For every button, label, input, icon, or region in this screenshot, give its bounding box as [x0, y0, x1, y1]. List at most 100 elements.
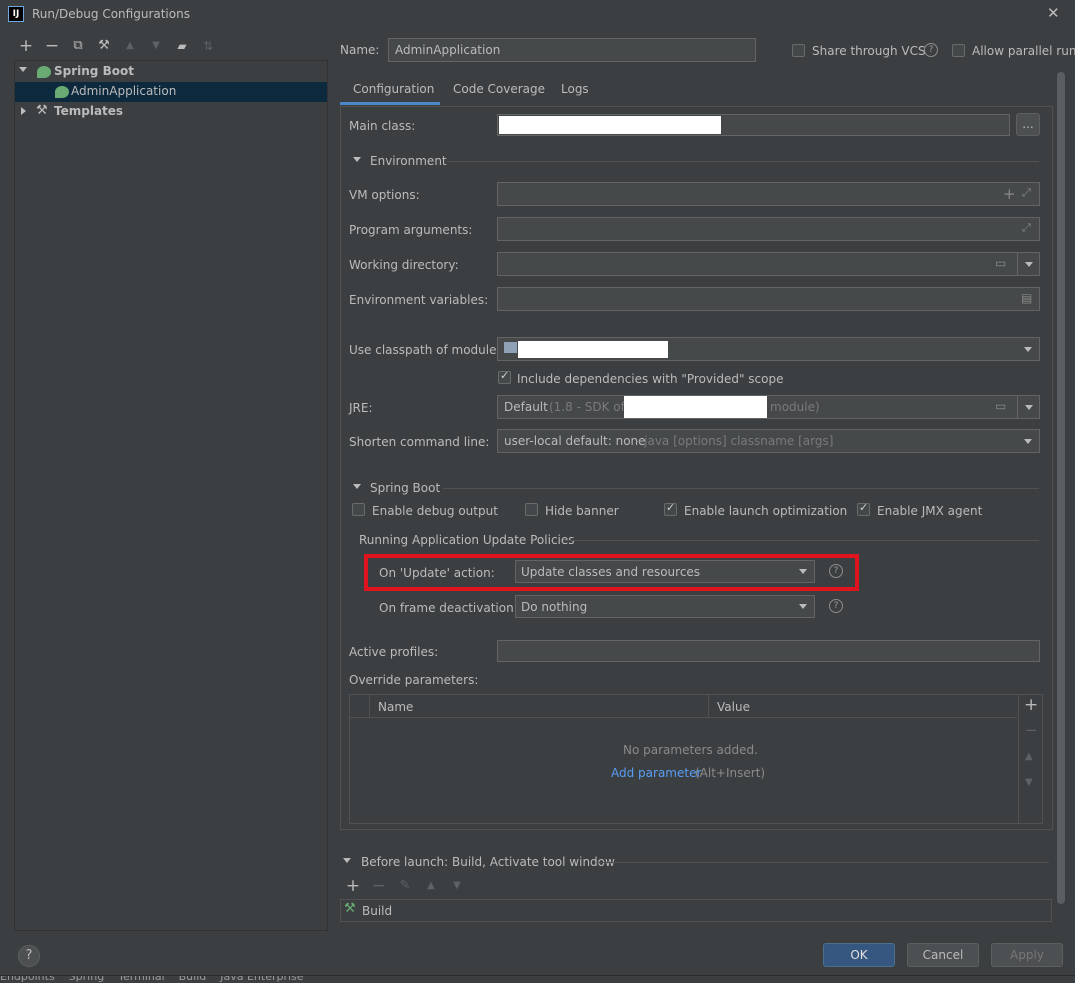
folder-icon[interactable]: ▭ — [995, 399, 1006, 413]
program-args-label: Program arguments: — [349, 223, 473, 237]
allow-parallel-checkbox[interactable] — [952, 44, 965, 57]
tab-configuration-label: Configuration — [353, 82, 435, 96]
launch-opt-checkbox[interactable] — [664, 501, 677, 516]
tree-item-spring-boot[interactable]: Spring Boot — [54, 64, 134, 78]
remove-icon[interactable]: − — [42, 36, 62, 56]
on-frame-value: Do nothing — [521, 600, 588, 614]
name-value: AdminApplication — [395, 43, 501, 57]
document-icon[interactable]: ▤ — [1021, 291, 1032, 305]
name-field[interactable]: AdminApplication — [388, 38, 756, 62]
jre-hint-a: (1.8 - SDK of — [549, 400, 625, 414]
before-launch-title: Before launch: Build, Activate tool wind… — [361, 855, 615, 869]
spring-boot-icon — [37, 66, 51, 78]
working-dir-field[interactable]: ▭ — [497, 252, 1040, 276]
chevron-down-icon[interactable] — [1025, 405, 1033, 410]
debug-output-label: Enable debug output — [372, 504, 498, 518]
apply-button[interactable]: Apply — [991, 943, 1063, 967]
move-down-icon[interactable]: ▼ — [146, 36, 166, 56]
collapse-icon[interactable] — [21, 107, 26, 115]
before-launch-expand-icon[interactable] — [343, 858, 351, 863]
jre-field[interactable]: Default (1.8 - SDK of module) ▭ — [497, 395, 1040, 419]
move-down-icon[interactable]: ▼ — [1025, 777, 1033, 788]
tab-configuration[interactable]: Configuration — [340, 76, 440, 105]
name-label: Name: — [340, 43, 380, 57]
chevron-down-icon — [799, 569, 807, 574]
params-table: Name Value No parameters added. Add para… — [349, 694, 1043, 824]
environment-expand-icon[interactable] — [353, 157, 361, 162]
launch-opt-label: Enable launch optimization — [684, 504, 848, 518]
folder-icon[interactable]: ▰ — [172, 36, 192, 56]
add-icon[interactable]: + — [16, 36, 36, 56]
plus-icon[interactable]: + — [1003, 185, 1016, 203]
tab-code-coverage[interactable]: Code Coverage — [453, 82, 545, 96]
move-up-icon[interactable]: ▲ — [1025, 751, 1033, 762]
jmx-agent-checkbox[interactable] — [857, 501, 870, 516]
expand-icon[interactable]: ⤢ — [1022, 186, 1031, 200]
jre-hint-b: module) — [770, 400, 820, 414]
help-icon[interactable]: ? — [924, 43, 938, 57]
vm-options-label: VM options: — [349, 188, 420, 202]
vm-options-field[interactable]: + ⤢ — [497, 182, 1040, 206]
allow-parallel-label: Allow parallel run — [972, 44, 1075, 58]
classpath-label: Use classpath of module: — [349, 343, 501, 357]
pencil-icon[interactable]: ✎ — [395, 876, 415, 896]
tree-item-admin-app[interactable]: AdminApplication — [15, 82, 327, 102]
program-args-field[interactable]: ⤢ — [497, 217, 1040, 241]
config-tree: Spring Boot AdminApplication ⚒ Templates — [14, 60, 328, 931]
cancel-button[interactable]: Cancel — [907, 943, 979, 967]
browse-button[interactable]: ... — [1016, 113, 1040, 136]
empty-text: No parameters added. — [623, 743, 758, 757]
list-item[interactable]: Build — [362, 904, 392, 918]
hide-banner-checkbox[interactable] — [525, 503, 538, 516]
on-frame-select[interactable]: Do nothing — [515, 595, 815, 618]
debug-output-checkbox[interactable] — [352, 503, 365, 516]
classpath-select[interactable] — [497, 337, 1040, 361]
close-icon[interactable]: ✕ — [1047, 4, 1060, 22]
separator — [1017, 396, 1018, 418]
col-name[interactable]: Name — [378, 700, 413, 714]
main-class-field[interactable] — [497, 114, 1010, 136]
ok-button[interactable]: OK — [823, 943, 895, 967]
tree-item-templates[interactable]: Templates — [54, 104, 123, 118]
help-button[interactable]: ? — [18, 945, 40, 967]
table-header: Name Value — [350, 695, 1017, 718]
spring-section-expand-icon[interactable] — [353, 484, 361, 489]
jre-label: JRE: — [349, 401, 373, 415]
shorten-select[interactable]: user-local default: none - java [options… — [497, 429, 1040, 453]
sort-icon[interactable]: ⇅ — [198, 36, 218, 56]
copy-icon[interactable]: ⧉ — [68, 36, 88, 56]
on-update-select[interactable]: Update classes and resources — [515, 560, 815, 583]
tab-logs[interactable]: Logs — [561, 82, 589, 96]
divider — [447, 161, 1039, 162]
active-profiles-field[interactable] — [497, 640, 1040, 662]
chevron-down-icon — [799, 604, 807, 609]
col-value[interactable]: Value — [717, 700, 750, 714]
share-vcs-checkbox[interactable] — [792, 44, 805, 57]
move-up-icon[interactable]: ▲ — [120, 36, 140, 56]
on-update-label: On 'Update' action: — [379, 566, 495, 580]
redacted-box — [624, 396, 767, 418]
spring-section-title: Spring Boot — [370, 481, 441, 495]
expand-icon[interactable] — [19, 67, 27, 72]
help-icon[interactable]: ? — [829, 599, 843, 613]
scrollbar[interactable] — [1057, 72, 1065, 904]
add-parameter-link[interactable]: Add parameter — [611, 766, 701, 780]
divider — [563, 540, 1039, 541]
remove-icon[interactable]: − — [1025, 721, 1038, 739]
remove-icon[interactable]: − — [369, 876, 389, 896]
redacted-box — [518, 341, 668, 358]
env-vars-field[interactable]: ▤ — [497, 287, 1040, 311]
bottom-tool-strip-text: Endpoints Spring Terminal Build Java Ent… — [0, 975, 304, 983]
move-down-icon[interactable]: ▼ — [447, 876, 467, 896]
chevron-down-icon[interactable] — [1025, 262, 1033, 267]
add-icon[interactable]: + — [343, 876, 363, 896]
window-title: Run/Debug Configurations — [32, 7, 190, 21]
add-icon[interactable]: + — [1024, 695, 1038, 715]
wrench-icon[interactable]: ⚒ — [94, 36, 114, 56]
folder-icon[interactable]: ▭ — [995, 256, 1006, 270]
include-deps-checkbox[interactable] — [498, 369, 511, 384]
module-icon — [504, 342, 517, 353]
move-up-icon[interactable]: ▲ — [421, 876, 441, 896]
expand-icon[interactable]: ⤢ — [1022, 221, 1031, 235]
help-icon[interactable]: ? — [829, 564, 843, 578]
